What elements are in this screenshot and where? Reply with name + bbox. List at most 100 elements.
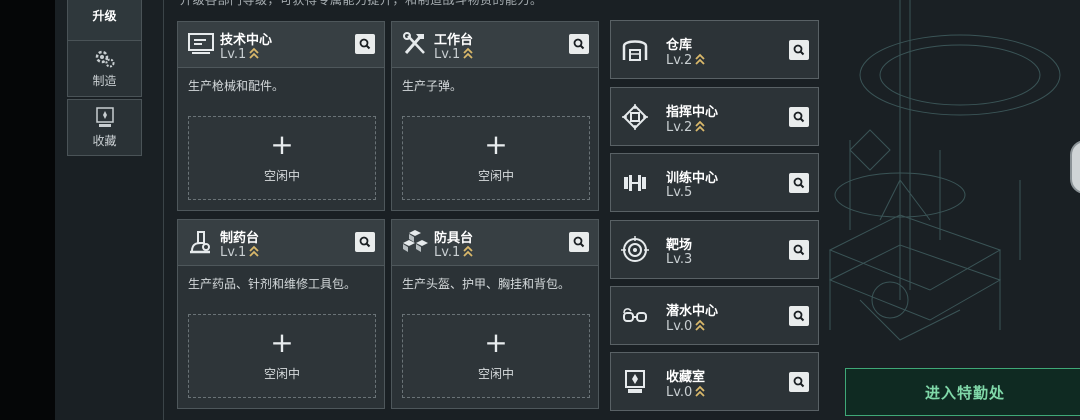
search-button[interactable]: [789, 372, 809, 392]
workshop-level: Lv.1: [434, 46, 473, 62]
facility-name: 指挥中心: [666, 105, 719, 120]
facility-name: 仓库: [666, 38, 693, 53]
workshop-description: 生产枪械和配件。: [188, 79, 285, 93]
facility-level: Lv.3: [666, 252, 693, 267]
craft-slot[interactable]: + 空闲中: [402, 116, 590, 200]
tab-craft[interactable]: 制造: [67, 40, 142, 97]
add-icon: +: [484, 326, 508, 359]
slot-status: 空闲中: [263, 169, 300, 183]
search-button[interactable]: [569, 232, 589, 252]
workshop-card-pharmacy[interactable]: 制药台 Lv.1 生产药品、针剂和维修工具包。 + 空闲中: [177, 219, 385, 409]
upgrade-chevron-icon: [695, 120, 705, 132]
upgrade-chevron-icon: [695, 53, 705, 65]
facility-level: Lv.0: [666, 318, 705, 334]
workshop-description: 生产子弹。: [402, 79, 463, 93]
search-button[interactable]: [355, 34, 375, 54]
tools-icon: [403, 32, 425, 54]
card-header: 制药台 Lv.1: [178, 220, 384, 266]
microscope-icon: [190, 231, 210, 254]
monitor-icon: [188, 33, 214, 54]
search-button[interactable]: [789, 306, 809, 326]
facility-level: Lv.2: [666, 119, 705, 135]
facility-level: Lv.0: [666, 384, 705, 400]
card-header: 防具台 Lv.1: [392, 220, 598, 266]
level-text: Lv.0: [666, 385, 693, 400]
facility-item-collection-room[interactable]: 收藏室 Lv.0: [610, 352, 819, 411]
search-icon: [793, 111, 805, 123]
search-button[interactable]: [355, 232, 375, 252]
search-icon: [359, 236, 371, 248]
workshop-description: 生产药品、针剂和维修工具包。: [188, 277, 357, 291]
workshop-card-workbench[interactable]: 工作台 Lv.1 生产子弹。 + 空闲中: [391, 21, 599, 211]
level-text: Lv.1: [434, 47, 461, 62]
facility-item-diving-center[interactable]: 潜水中心 Lv.0: [610, 286, 819, 345]
facility-name: 靶场: [666, 238, 693, 253]
facility-name: 收藏室: [666, 370, 706, 385]
tab-craft-label: 制造: [92, 73, 117, 88]
level-text: Lv.1: [434, 245, 461, 260]
search-icon: [793, 244, 805, 256]
showcase-icon: [625, 370, 645, 393]
tab-upgrade[interactable]: 升级: [67, 0, 142, 45]
facility-item-warehouse[interactable]: 仓库 Lv.2: [610, 20, 819, 79]
search-icon: [793, 310, 805, 322]
workshop-card-tech-center[interactable]: 技术中心 Lv.1 生产枪械和配件。 + 空闲中: [177, 21, 385, 211]
tab-upgrade-label: 升级: [92, 9, 117, 23]
workshop-card-armor-bench[interactable]: 防具台 Lv.1 生产头盔、护甲、胸挂和背包。 + 空闲中: [391, 219, 599, 409]
search-button[interactable]: [569, 34, 589, 54]
level-text: Lv.2: [666, 120, 693, 135]
upgrade-chevron-icon: [695, 385, 705, 397]
search-icon: [359, 38, 371, 50]
cubes-icon: [403, 230, 428, 252]
workshop-level: Lv.1: [220, 46, 259, 62]
enter-special-ops-button[interactable]: 进入特勤处: [845, 368, 1080, 416]
level-text: Lv.0: [666, 319, 693, 334]
slot-status: 空闲中: [263, 367, 300, 381]
goggles-icon: [623, 308, 647, 322]
upgrade-chevron-icon: [463, 47, 473, 59]
search-button[interactable]: [789, 240, 809, 260]
upgrade-chevron-icon: [463, 245, 473, 257]
add-icon: +: [270, 326, 294, 359]
search-icon: [573, 236, 585, 248]
facility-item-shooting-range[interactable]: 靶场 Lv.3: [610, 220, 819, 279]
craft-slot[interactable]: + 空闲中: [188, 314, 376, 398]
enter-button-label: 进入特勤处: [924, 383, 1005, 402]
upgrade-chevron-icon: [249, 245, 259, 257]
sidebar-divider: [163, 0, 164, 420]
add-icon: +: [484, 128, 508, 161]
page-description: 升级各部门等级，可获得专属能力提升，和制造战斗物资的能力。: [180, 0, 543, 7]
facility-item-command-center[interactable]: 指挥中心 Lv.2: [610, 87, 819, 146]
card-header: 技术中心 Lv.1: [178, 22, 384, 68]
facility-level: Lv.5: [666, 185, 693, 200]
warehouse-icon: [622, 40, 648, 61]
upgrade-chevron-icon: [249, 47, 259, 59]
tab-collection[interactable]: 收藏: [67, 99, 142, 156]
slot-status: 空闲中: [477, 367, 514, 381]
target-icon: [621, 236, 649, 262]
facility-level: Lv.2: [666, 52, 705, 68]
tab-collection-label: 收藏: [92, 133, 117, 148]
upgrade-chevron-icon: [695, 319, 705, 331]
floating-assist-handle[interactable]: [1070, 140, 1080, 194]
gears-icon: [95, 50, 114, 67]
search-button[interactable]: [789, 40, 809, 60]
facility-item-training-center[interactable]: 训练中心 Lv.5: [610, 153, 819, 212]
workshop-description: 生产头盔、护甲、胸挂和背包。: [402, 277, 571, 291]
card-header: 工作台 Lv.1: [392, 22, 598, 68]
level-text: Lv.2: [666, 53, 693, 68]
search-button[interactable]: [789, 173, 809, 193]
search-button[interactable]: [789, 107, 809, 127]
workshop-level: Lv.1: [220, 244, 259, 260]
facility-name: 训练中心: [666, 171, 719, 186]
facility-name: 潜水中心: [666, 304, 719, 319]
workshop-level: Lv.1: [434, 244, 473, 260]
craft-slot[interactable]: + 空闲中: [402, 314, 590, 398]
craft-slot[interactable]: + 空闲中: [188, 116, 376, 200]
search-icon: [573, 38, 585, 50]
slot-status: 空闲中: [477, 169, 514, 183]
add-icon: +: [270, 128, 294, 161]
search-icon: [793, 177, 805, 189]
level-text: Lv.1: [220, 47, 247, 62]
search-icon: [793, 376, 805, 388]
